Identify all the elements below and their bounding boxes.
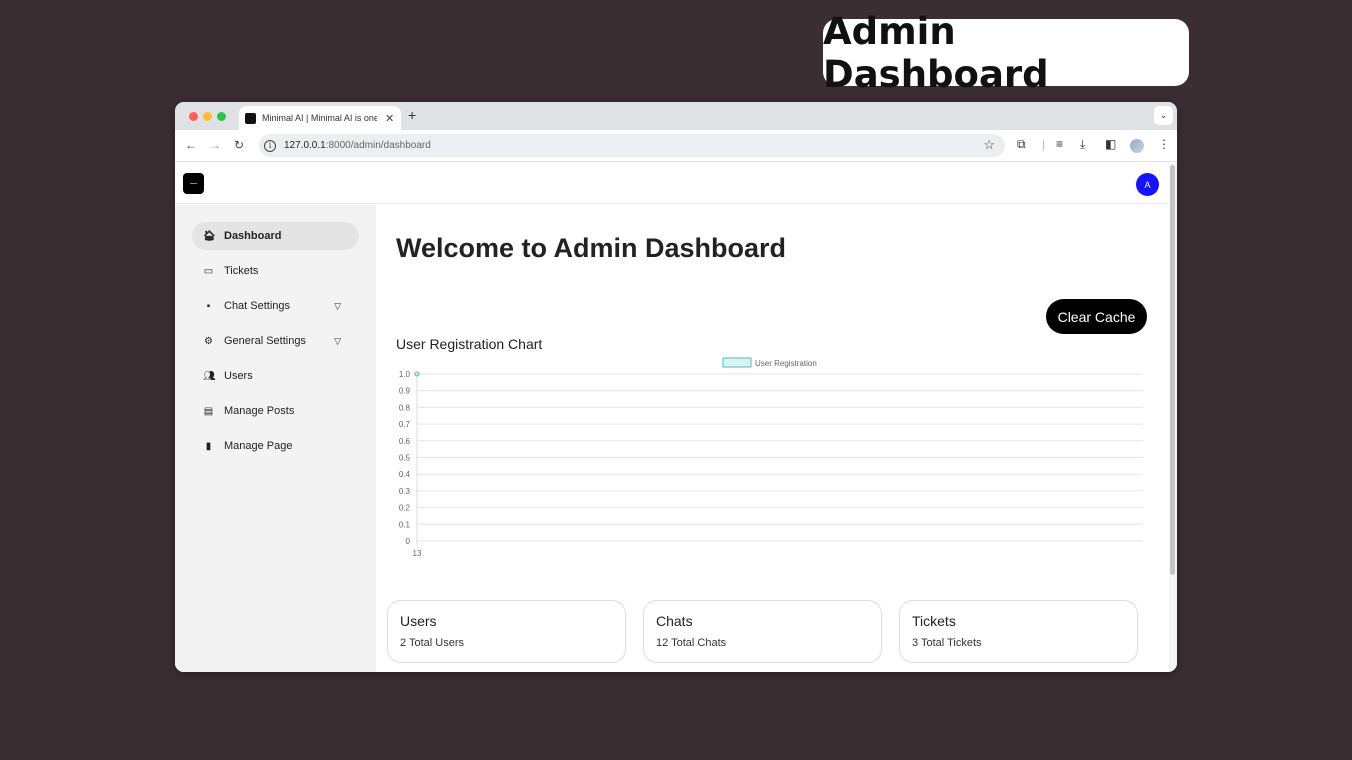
- chat-icon: ▪: [206, 300, 211, 312]
- sidebar-item-users[interactable]: 👥︎ Users: [192, 362, 359, 390]
- users-card: Users 2 Total Users: [387, 600, 626, 663]
- info-icon[interactable]: i: [264, 139, 276, 152]
- y-tick-label: 0.5: [399, 454, 411, 463]
- back-icon[interactable]: ←: [185, 138, 197, 152]
- app-header: A: [175, 163, 1169, 204]
- favicon-icon: [245, 112, 256, 124]
- sidebar-item-dashboard[interactable]: 🏠︎ Dashboard: [192, 222, 359, 250]
- sidebar-item-manage-posts[interactable]: ▤ Manage Posts: [192, 397, 359, 425]
- reading-list-icon[interactable]: ≡: [1056, 137, 1063, 151]
- url-text[interactable]: 127.0.0.1:8000/admin/dashboard: [284, 140, 431, 151]
- browser-tab[interactable]: Minimal AI | Minimal AI is one ✕: [239, 106, 401, 130]
- chats-card: Chats 12 Total Chats: [643, 600, 882, 663]
- sidebar-item-label: General Settings: [224, 335, 306, 347]
- main-content: Welcome to Admin Dashboard Clear Cache U…: [376, 205, 1169, 672]
- profile-icon[interactable]: [1130, 139, 1144, 153]
- x-tick-label: 13: [413, 549, 422, 558]
- download-icon[interactable]: ⤓: [1080, 137, 1085, 152]
- minimize-window-button[interactable]: [203, 112, 212, 121]
- tab-strip: Minimal AI | Minimal AI is one ✕ + ⌄: [175, 102, 1177, 130]
- browser-toolbar: ← → ↻ i 127.0.0.1:8000/admin/dashboard ☆…: [175, 130, 1177, 162]
- clear-cache-button[interactable]: Clear Cache: [1046, 299, 1147, 334]
- posts-icon: ▤: [203, 405, 214, 417]
- close-window-button[interactable]: [189, 112, 198, 121]
- sidebar-item-label: Manage Page: [224, 440, 293, 452]
- sidebar-item-chat-settings[interactable]: ▪ Chat Settings ▽: [192, 292, 359, 320]
- card-title: Tickets: [912, 613, 956, 629]
- page-icon: ▮: [205, 440, 212, 452]
- extensions-icon[interactable]: ⧉: [1017, 137, 1026, 152]
- chevron-down-icon[interactable]: ▽: [334, 336, 341, 347]
- app-page: A 🏠︎ Dashboard ▭ Tickets ▪ Chat Settings…: [175, 163, 1169, 672]
- bookmark-star-icon[interactable]: ☆: [983, 137, 995, 153]
- new-tab-button[interactable]: +: [408, 107, 416, 123]
- y-tick-label: 0.8: [399, 403, 411, 412]
- tab-search-button[interactable]: ⌄: [1154, 106, 1173, 125]
- y-tick-label: 0.2: [399, 504, 411, 513]
- y-tick-label: 0.3: [399, 487, 411, 496]
- card-value: 12 Total Chats: [656, 637, 727, 649]
- url-host: 127.0.0.1: [284, 140, 326, 151]
- maximize-window-button[interactable]: [217, 112, 226, 121]
- reload-icon[interactable]: ↻: [234, 138, 244, 152]
- sidebar-item-label: Users: [224, 370, 253, 382]
- card-title: Users: [400, 613, 437, 629]
- sidebar-item-general-settings[interactable]: ⚙ General Settings ▽: [192, 327, 359, 355]
- tab-title: Minimal AI | Minimal AI is one: [262, 113, 377, 123]
- sidebar-item-tickets[interactable]: ▭ Tickets: [192, 257, 359, 285]
- user-registration-chart: User Registration 1.0 0.9 0.8 0.7 0.6 0.5 0.4 0.…: [399, 357, 1143, 558]
- sidebar-item-label: Dashboard: [224, 230, 282, 242]
- ticket-icon: ▭: [203, 265, 214, 277]
- tickets-card: Tickets 3 Total Tickets: [899, 600, 1138, 663]
- user-avatar[interactable]: A: [1136, 173, 1159, 196]
- chart-title: User Registration Chart: [396, 336, 543, 352]
- sidebar-item-label: Manage Posts: [224, 405, 295, 417]
- app-logo[interactable]: [183, 173, 204, 194]
- card-value: 3 Total Tickets: [912, 637, 982, 649]
- close-tab-icon[interactable]: ✕: [385, 112, 394, 125]
- y-tick-label: 0.7: [399, 420, 411, 429]
- legend-label: User Registration: [755, 359, 817, 368]
- legend-swatch: [722, 357, 752, 368]
- y-tick-label: 0.4: [399, 470, 411, 479]
- sidebar-item-label: Tickets: [224, 265, 259, 277]
- y-tick-label: 0.9: [399, 387, 411, 396]
- card-value: 2 Total Users: [400, 637, 464, 649]
- users-icon: 👥︎: [203, 370, 216, 382]
- y-tick-label: 1.0: [399, 370, 411, 379]
- forward-icon[interactable]: →: [209, 138, 221, 152]
- y-tick-label: 0: [406, 537, 411, 546]
- scrollbar-thumb[interactable]: [1170, 165, 1175, 575]
- side-panel-icon[interactable]: ◧: [1105, 137, 1116, 151]
- sidebar-item-manage-page[interactable]: ▮ Manage Page: [192, 432, 359, 460]
- gear-icon: ⚙: [204, 335, 213, 347]
- menu-icon[interactable]: ⋮: [1158, 137, 1170, 151]
- y-tick-label: 0.1: [399, 520, 411, 529]
- address-bar[interactable]: i 127.0.0.1:8000/admin/dashboard ☆: [259, 134, 1005, 157]
- sidebar-item-label: Chat Settings: [224, 300, 291, 312]
- card-title: Chats: [656, 613, 693, 629]
- home-icon: 🏠︎: [203, 230, 216, 242]
- sidebar: 🏠︎ Dashboard ▭ Tickets ▪ Chat Settings ▽…: [175, 205, 376, 672]
- page-title: Welcome to Admin Dashboard: [396, 233, 787, 263]
- url-path: :8000/admin/dashboard: [325, 140, 431, 151]
- promo-title: Admin Dashboard: [823, 10, 1189, 96]
- chevron-down-icon[interactable]: ▽: [334, 301, 341, 312]
- y-tick-label: 0.6: [399, 437, 411, 446]
- browser-window: Minimal AI | Minimal AI is one ✕ + ⌄ ← →…: [175, 102, 1177, 672]
- toolbar-divider: |: [1042, 137, 1046, 151]
- data-point: [414, 371, 420, 377]
